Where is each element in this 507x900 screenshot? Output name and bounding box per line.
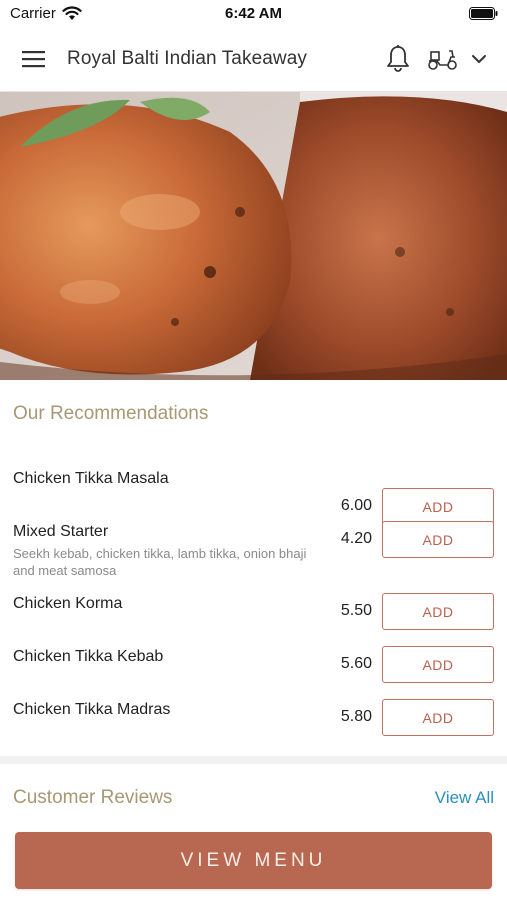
bell-icon[interactable]	[385, 44, 411, 74]
add-button[interactable]: ADD	[382, 699, 494, 736]
hero-food-image	[0, 92, 507, 380]
add-button[interactable]: ADD	[382, 646, 494, 683]
recommendations-heading: Our Recommendations	[13, 403, 209, 424]
app-header: Royal Balti Indian Takeaway	[0, 26, 507, 92]
reviews-heading: Customer Reviews	[13, 787, 173, 808]
view-all-reviews-link[interactable]: View All	[435, 788, 494, 808]
section-divider	[0, 756, 507, 764]
item-price: 5.60	[340, 655, 372, 672]
battery-icon	[469, 7, 498, 20]
restaurant-title: Royal Balti Indian Takeaway	[67, 48, 307, 69]
view-menu-button[interactable]: VIEW MENU	[15, 832, 492, 889]
add-button[interactable]: ADD	[382, 488, 494, 525]
item-name: Chicken Tikka Kebab	[13, 648, 164, 665]
add-button[interactable]: ADD	[382, 593, 494, 630]
item-price: 6.00	[340, 497, 372, 514]
item-name: Chicken Tikka Masala	[13, 470, 169, 487]
tandoori-chicken-illustration	[0, 92, 507, 380]
menu-icon[interactable]	[22, 49, 46, 69]
status-time: 6:42 AM	[225, 5, 282, 22]
item-description: Seekh kebab, chicken tikka, lamb tikka, …	[13, 546, 307, 578]
item-name: Chicken Tikka Madras	[13, 701, 171, 718]
item-price: 5.50	[340, 602, 372, 619]
chevron-down-icon[interactable]	[470, 51, 488, 67]
item-price: 4.20	[340, 530, 372, 547]
add-button[interactable]: ADD	[382, 521, 494, 558]
status-bar: Carrier 6:42 AM	[0, 0, 507, 26]
item-price: 5.80	[340, 708, 372, 725]
delivery-scooter-icon[interactable]	[427, 47, 459, 71]
item-name: Mixed Starter	[13, 523, 109, 540]
item-name: Chicken Korma	[13, 595, 123, 612]
